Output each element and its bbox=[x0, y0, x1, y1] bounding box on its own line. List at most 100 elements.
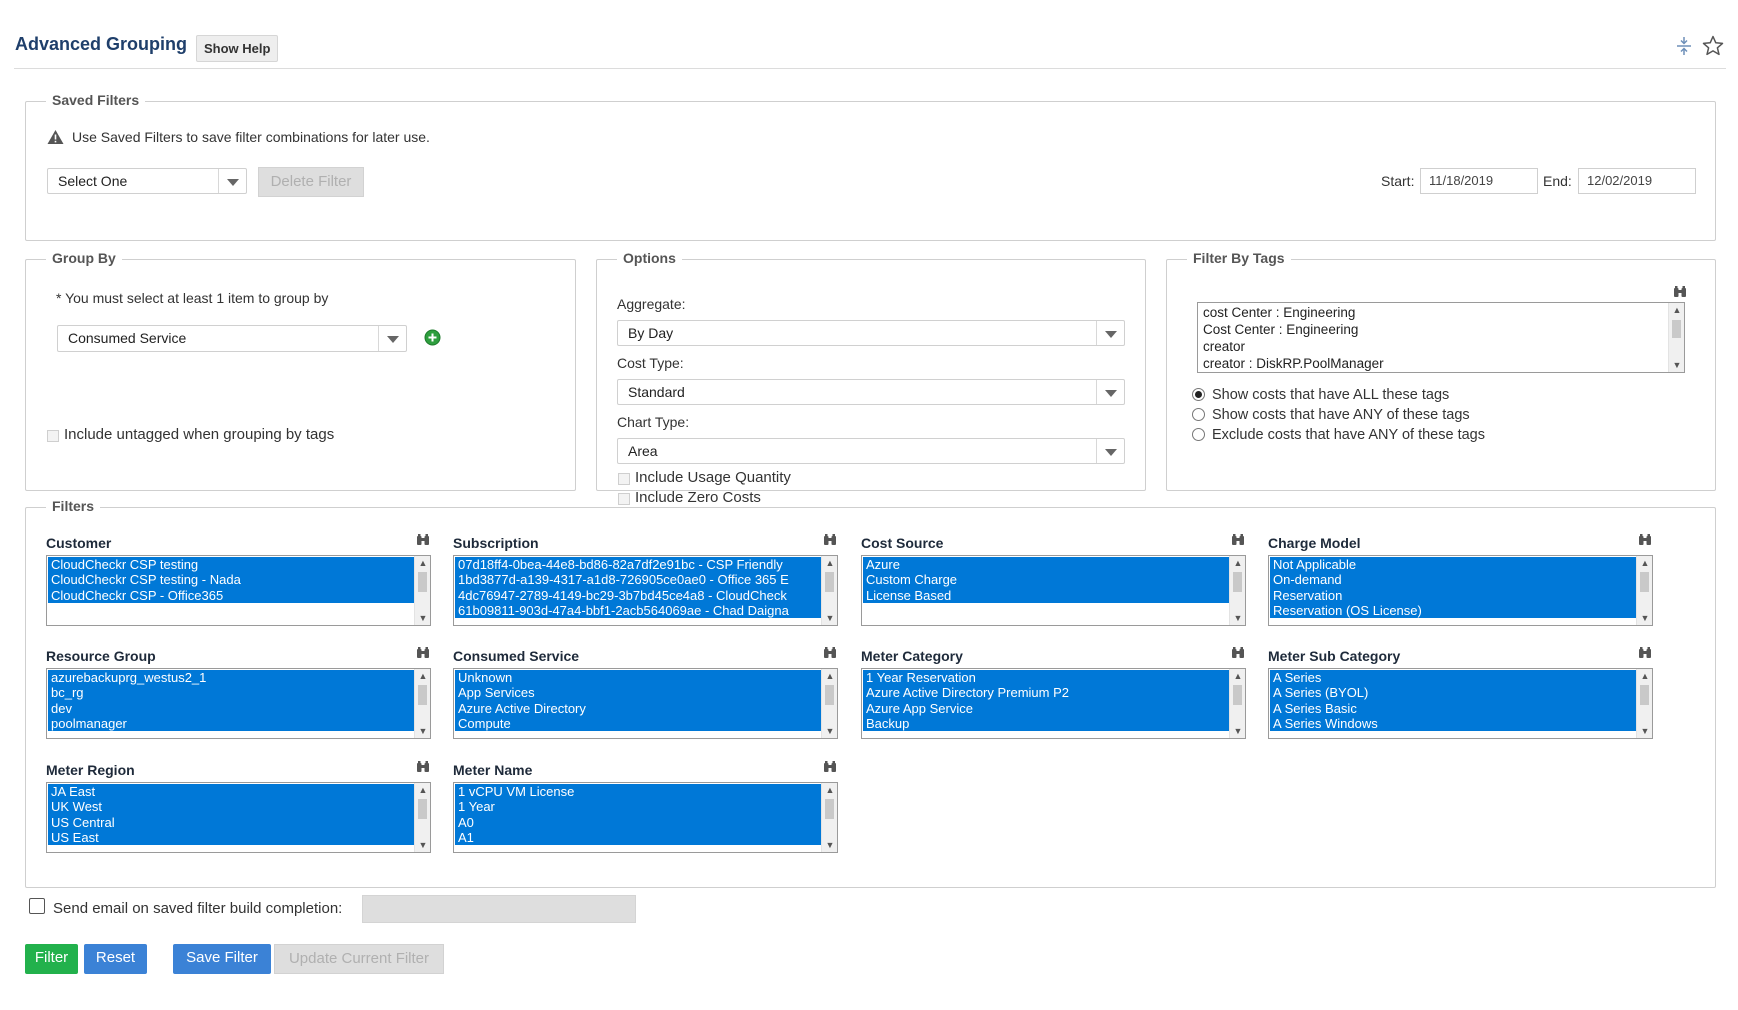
list-item[interactable]: cost Center : Engineering bbox=[1199, 304, 1666, 321]
list-item[interactable]: Azure Active Directory Premium P2 bbox=[863, 685, 1229, 701]
list-item[interactable]: Azure App Service bbox=[863, 700, 1229, 716]
list-item[interactable]: bc_rg bbox=[48, 685, 414, 701]
binoculars-icon[interactable] bbox=[1231, 647, 1245, 659]
listbox-scrollbar[interactable]: ▲ ▼ bbox=[1229, 669, 1245, 738]
scroll-down-icon[interactable]: ▼ bbox=[415, 611, 430, 625]
scroll-down-icon[interactable]: ▼ bbox=[415, 724, 430, 738]
list-item[interactable]: A0 bbox=[455, 814, 821, 830]
list-item[interactable]: dev bbox=[48, 700, 414, 716]
meter-name-filter-listbox[interactable]: 1 vCPU VM License 1 Year A0 A1 ▲ ▼ bbox=[453, 782, 838, 853]
scroll-thumb[interactable] bbox=[418, 572, 427, 592]
binoculars-icon[interactable] bbox=[416, 534, 430, 546]
charge-model-filter-listbox[interactable]: Not Applicable On-demand Reservation Reserv… bbox=[1268, 555, 1653, 626]
binoculars-icon[interactable] bbox=[823, 647, 837, 659]
list-item[interactable]: Not Applicable bbox=[1270, 557, 1636, 573]
scroll-up-icon[interactable]: ▲ bbox=[415, 783, 430, 797]
add-group-icon[interactable] bbox=[424, 329, 441, 346]
list-item[interactable]: 1 Year Reservation bbox=[863, 670, 1229, 686]
meter-region-filter-listbox[interactable]: JA East UK West US Central US East ▲ ▼ bbox=[46, 782, 431, 853]
tags-scrollbar[interactable]: ▲ ▼ bbox=[1668, 303, 1684, 372]
binoculars-icon[interactable] bbox=[416, 647, 430, 659]
cost-type-select[interactable]: Standard bbox=[617, 379, 1125, 405]
scroll-thumb[interactable] bbox=[418, 799, 427, 819]
scroll-thumb[interactable] bbox=[1233, 685, 1242, 705]
list-item[interactable]: creator bbox=[1199, 338, 1666, 355]
scroll-up-icon[interactable]: ▲ bbox=[1669, 303, 1684, 317]
listbox-scrollbar[interactable]: ▲ ▼ bbox=[821, 783, 837, 852]
listbox-scrollbar[interactable]: ▲ ▼ bbox=[1229, 556, 1245, 625]
scroll-down-icon[interactable]: ▼ bbox=[1637, 611, 1652, 625]
reset-button[interactable]: Reset bbox=[84, 944, 147, 974]
list-item[interactable]: Azure Active Directory bbox=[455, 700, 821, 716]
send-email-checkbox[interactable] bbox=[29, 898, 45, 914]
scroll-thumb[interactable] bbox=[1672, 320, 1681, 338]
list-item[interactable]: azurebackuprg_westus2_1 bbox=[48, 670, 414, 686]
list-item[interactable]: On-demand bbox=[1270, 572, 1636, 588]
listbox-scrollbar[interactable]: ▲ ▼ bbox=[821, 556, 837, 625]
list-item[interactable]: Custom Charge bbox=[863, 572, 1229, 588]
list-item[interactable]: 1 Year bbox=[455, 799, 821, 815]
list-item[interactable]: Azure bbox=[863, 557, 1229, 573]
start-date-input[interactable]: 11/18/2019 bbox=[1420, 168, 1538, 194]
scroll-thumb[interactable] bbox=[1640, 572, 1649, 592]
list-item[interactable]: 61b09811-903d-47a4-bbf1-2acb564069ae - C… bbox=[455, 602, 821, 619]
scroll-thumb[interactable] bbox=[825, 685, 834, 705]
listbox-scrollbar[interactable]: ▲ ▼ bbox=[414, 556, 430, 625]
list-item[interactable]: A Series Basic bbox=[1270, 700, 1636, 716]
scroll-down-icon[interactable]: ▼ bbox=[1230, 724, 1245, 738]
list-item[interactable]: CloudCheckr CSP testing - Nada bbox=[48, 572, 414, 588]
scroll-up-icon[interactable]: ▲ bbox=[1230, 556, 1245, 570]
saved-filter-select[interactable]: Select One bbox=[47, 168, 247, 194]
show-help-button[interactable]: Show Help bbox=[196, 35, 279, 62]
scroll-up-icon[interactable]: ▲ bbox=[822, 669, 837, 683]
binoculars-icon[interactable] bbox=[823, 761, 837, 773]
scroll-thumb[interactable] bbox=[825, 572, 834, 592]
subscription-filter-listbox[interactable]: 07d18ff4-0bea-44e8-bd86-82a7df2e91bc - C… bbox=[453, 555, 838, 626]
scroll-up-icon[interactable]: ▲ bbox=[1637, 556, 1652, 570]
include-untagged-checkbox[interactable] bbox=[47, 430, 59, 442]
include-zero-checkbox[interactable] bbox=[618, 493, 630, 505]
meter-category-filter-listbox[interactable]: 1 Year Reservation Azure Active Directory… bbox=[861, 668, 1246, 739]
list-item[interactable]: 4dc76947-2789-4149-bc29-3b7bd45ce4a8 - C… bbox=[455, 587, 821, 603]
end-date-input[interactable]: 12/02/2019 bbox=[1578, 168, 1696, 194]
scroll-up-icon[interactable]: ▲ bbox=[1637, 669, 1652, 683]
chart-type-select[interactable]: Area bbox=[617, 438, 1125, 464]
delete-filter-button[interactable]: Delete Filter bbox=[258, 167, 364, 197]
list-item[interactable]: CloudCheckr CSP testing bbox=[48, 557, 414, 573]
scroll-down-icon[interactable]: ▼ bbox=[1230, 611, 1245, 625]
list-item[interactable]: creator : DiskRP.PoolManager bbox=[1199, 355, 1666, 371]
save-filter-button[interactable]: Save Filter bbox=[173, 944, 271, 974]
list-item[interactable]: A Series (BYOL) bbox=[1270, 685, 1636, 701]
list-item[interactable]: US East bbox=[48, 829, 414, 846]
list-item[interactable]: 1bd3877d-a139-4317-a1d8-726905ce0ae0 - O… bbox=[455, 572, 821, 588]
cost-source-filter-listbox[interactable]: Azure Custom Charge License Based ▲ ▼ bbox=[861, 555, 1246, 626]
scroll-down-icon[interactable]: ▼ bbox=[1637, 724, 1652, 738]
scroll-up-icon[interactable]: ▲ bbox=[415, 556, 430, 570]
scroll-up-icon[interactable]: ▲ bbox=[822, 783, 837, 797]
list-item[interactable]: Reservation (OS License) bbox=[1270, 602, 1636, 619]
list-item[interactable]: Backup bbox=[863, 715, 1229, 732]
collapse-vertical-icon[interactable] bbox=[1672, 34, 1696, 58]
scroll-down-icon[interactable]: ▼ bbox=[1669, 358, 1684, 372]
group-by-select[interactable]: Consumed Service bbox=[57, 325, 407, 352]
consumed-service-filter-listbox[interactable]: Unknown App Services Azure Active Director… bbox=[453, 668, 838, 739]
listbox-scrollbar[interactable]: ▲ ▼ bbox=[1636, 556, 1652, 625]
scroll-down-icon[interactable]: ▼ bbox=[415, 838, 430, 852]
list-item[interactable]: UK West bbox=[48, 799, 414, 815]
radio-all-tags[interactable] bbox=[1192, 388, 1205, 401]
tags-listbox[interactable]: cost Center : Engineering Cost Center : … bbox=[1197, 302, 1685, 373]
list-item[interactable]: US Central bbox=[48, 814, 414, 830]
listbox-scrollbar[interactable]: ▲ ▼ bbox=[414, 783, 430, 852]
binoculars-icon[interactable] bbox=[823, 534, 837, 546]
list-item[interactable]: A1 bbox=[455, 829, 821, 846]
binoculars-icon[interactable] bbox=[1638, 534, 1652, 546]
radio-exclude-tags[interactable] bbox=[1192, 428, 1205, 441]
scroll-thumb[interactable] bbox=[825, 799, 834, 819]
scroll-thumb[interactable] bbox=[418, 685, 427, 705]
scroll-thumb[interactable] bbox=[1233, 572, 1242, 592]
list-item[interactable]: Cost Center : Engineering bbox=[1199, 321, 1666, 338]
list-item[interactable]: CloudCheckr CSP - Office365 bbox=[48, 587, 414, 603]
list-item[interactable]: License Based bbox=[863, 587, 1229, 603]
binoculars-icon[interactable] bbox=[1231, 534, 1245, 546]
binoculars-icon[interactable] bbox=[1673, 286, 1687, 298]
